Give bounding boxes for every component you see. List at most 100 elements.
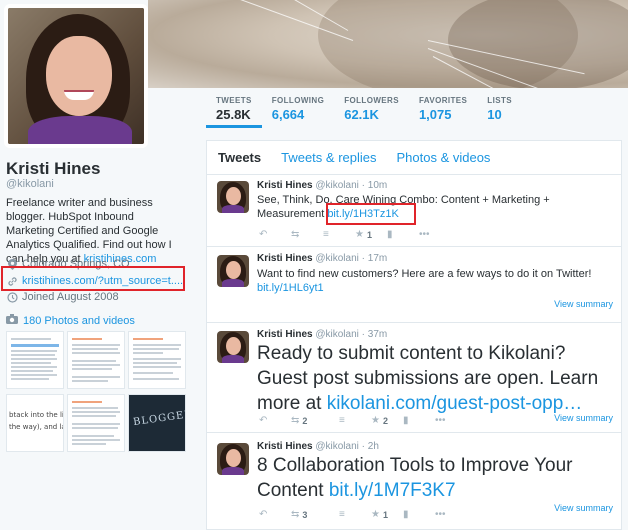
tweet-link[interactable]: kikolani.com/guest-post-opp…	[327, 393, 583, 414]
tweet-time[interactable]: · 2h	[362, 441, 379, 452]
tweet-actions: ↶ ⇆ ≡ ★ 1 ▮ •••	[259, 229, 451, 240]
photo-thumbnail[interactable]: btack into the lime the way), and later	[6, 394, 64, 452]
tweet-header: Kristi Hines @kikolani · 10m	[257, 180, 387, 191]
stat-favorites[interactable]: FAVORITES 1,075	[409, 96, 477, 128]
tweet-avatar[interactable]	[217, 181, 249, 213]
profile-stats-nav: TWEETS 25.8K FOLLOWING 6,664 FOLLOWERS 6…	[206, 96, 522, 128]
tweet-avatar[interactable]	[217, 443, 249, 475]
photo-thumbnail[interactable]	[128, 331, 186, 389]
star-icon[interactable]: ★ 1	[355, 229, 387, 240]
joined-text: Joined August 2008	[22, 291, 119, 303]
tab-photos-videos[interactable]: Photos & videos	[396, 150, 490, 165]
bar-chart-icon[interactable]: ▮	[387, 229, 419, 240]
stat-label: FAVORITES	[418, 96, 468, 105]
retweet-count: 3	[302, 509, 308, 520]
profile-avatar[interactable]	[4, 4, 148, 148]
stat-value: 62.1K	[344, 107, 379, 122]
tweet-body: Want to find new customers? Here are a f…	[257, 268, 592, 280]
favorite-count: 1	[382, 509, 388, 520]
tweet-time[interactable]: · 37m	[362, 329, 388, 340]
photos-videos-link[interactable]: 180 Photos and videos	[6, 314, 135, 327]
retweet-icon[interactable]: ⇆	[291, 229, 323, 240]
tweet-link[interactable]: bit.ly/1HL6yt1	[257, 282, 324, 294]
favorite-count: 2	[382, 415, 388, 426]
more-icon[interactable]: •••	[435, 415, 467, 426]
tweet-avatar[interactable]	[217, 255, 249, 287]
timeline: Tweets Tweets & replies Photos & videos …	[206, 140, 622, 530]
tweet-avatar[interactable]	[217, 331, 249, 363]
tab-tweets[interactable]: Tweets	[218, 150, 261, 165]
stat-value: 6,664	[271, 107, 305, 122]
view-summary-link[interactable]: View summary	[554, 503, 613, 513]
tab-tweets-replies[interactable]: Tweets & replies	[281, 150, 376, 165]
photo-thumbnail-blogger[interactable]: BLOGGER	[128, 394, 186, 452]
bar-chart-icon[interactable]: ▮	[403, 415, 435, 426]
tweet-text: Ready to submit content to Kikolani? Gue…	[257, 341, 617, 416]
website-highlight-box	[1, 266, 185, 291]
stat-following[interactable]: FOLLOWING 6,664	[262, 96, 334, 128]
tweet-time[interactable]: · 10m	[362, 180, 388, 191]
thumbnail-text: the way), and later	[9, 423, 63, 431]
stat-value: 10	[487, 107, 502, 122]
profile-bio: Freelance writer and business blogger. H…	[6, 196, 181, 266]
buffer-icon[interactable]: ≡	[323, 229, 355, 240]
tweet-header: Kristi Hines @kikolani · 2h	[257, 441, 379, 452]
reply-icon[interactable]: ↶	[259, 509, 291, 520]
stat-value: 25.8K	[216, 107, 251, 122]
tweet-author-name[interactable]: Kristi Hines	[257, 329, 313, 340]
stat-followers[interactable]: FOLLOWERS 62.1K	[334, 96, 409, 128]
stat-label: LISTS	[487, 96, 512, 105]
tweet-author-handle[interactable]: @kikolani	[315, 253, 359, 264]
tweet[interactable]: Kristi Hines @kikolani · 17m Want to fin…	[207, 247, 621, 323]
stat-label: FOLLOWERS	[344, 96, 399, 105]
link-highlight-box	[326, 203, 416, 225]
reply-icon[interactable]: ↶	[259, 415, 291, 426]
header-banner-image	[148, 0, 628, 88]
profile-handle[interactable]: @kikolani	[6, 178, 54, 190]
bar-chart-icon[interactable]: ▮	[403, 509, 435, 520]
tweet-author-name[interactable]: Kristi Hines	[257, 253, 313, 264]
tweet-header: Kristi Hines @kikolani · 17m	[257, 253, 387, 264]
photos-videos-label: 180 Photos and videos	[23, 314, 135, 327]
photo-thumbnail[interactable]	[67, 394, 125, 452]
stat-tweets[interactable]: TWEETS 25.8K	[206, 96, 262, 128]
buffer-icon[interactable]: ≡	[339, 415, 371, 426]
tweet-header: Kristi Hines @kikolani · 37m	[257, 329, 387, 340]
stat-label: FOLLOWING	[271, 96, 325, 105]
more-icon[interactable]: •••	[435, 509, 467, 520]
tweet-author-handle[interactable]: @kikolani	[315, 180, 359, 191]
star-icon[interactable]: ★ 2	[371, 415, 403, 426]
camera-icon	[6, 314, 18, 327]
retweet-icon[interactable]: ⇆ 3	[291, 509, 339, 520]
tweet-author-name[interactable]: Kristi Hines	[257, 180, 313, 191]
tweet-time[interactable]: · 17m	[362, 253, 388, 264]
tweet-actions: ↶ ⇆ 3 ≡ ★ 1 ▮ •••	[259, 509, 467, 520]
view-summary-link[interactable]: View summary	[554, 299, 613, 309]
tweet-author-name[interactable]: Kristi Hines	[257, 441, 313, 452]
tweet[interactable]: Kristi Hines @kikolani · 2h 8 Collaborat…	[207, 433, 621, 529]
favorite-count: 1	[366, 229, 372, 240]
reply-icon[interactable]: ↶	[259, 229, 291, 240]
tweet-text: See, Think, Do, Care Wining Combo: Conte…	[257, 193, 617, 221]
tweet-text: Want to find new customers? Here are a f…	[257, 267, 617, 295]
thumbnail-word: BLOGGER	[132, 408, 186, 429]
star-icon[interactable]: ★ 1	[371, 509, 403, 520]
profile-name[interactable]: Kristi Hines	[6, 159, 100, 179]
stat-label: TWEETS	[216, 96, 252, 105]
tweet-author-handle[interactable]: @kikolani	[315, 441, 359, 452]
stat-value: 1,075	[418, 107, 452, 122]
photo-thumbnail[interactable]	[6, 331, 64, 389]
photo-thumbnail[interactable]	[67, 331, 125, 389]
stat-lists[interactable]: LISTS 10	[477, 96, 522, 128]
tweet-author-handle[interactable]: @kikolani	[315, 329, 359, 340]
view-summary-link[interactable]: View summary	[554, 413, 613, 423]
tweet-text: 8 Collaboration Tools to Improve Your Co…	[257, 453, 617, 503]
retweet-icon[interactable]: ⇆ 2	[291, 415, 339, 426]
buffer-icon[interactable]: ≡	[339, 509, 371, 520]
tweet-link[interactable]: bit.ly/1M7F3K7	[329, 480, 456, 501]
tweet-actions: ↶ ⇆ 2 ≡ ★ 2 ▮ •••	[259, 415, 467, 426]
retweet-count: 2	[302, 415, 308, 426]
more-icon[interactable]: •••	[419, 229, 451, 240]
tweet[interactable]: Kristi Hines @kikolani · 37m Ready to su…	[207, 323, 621, 433]
thumbnail-text: btack into the lime	[9, 411, 64, 419]
